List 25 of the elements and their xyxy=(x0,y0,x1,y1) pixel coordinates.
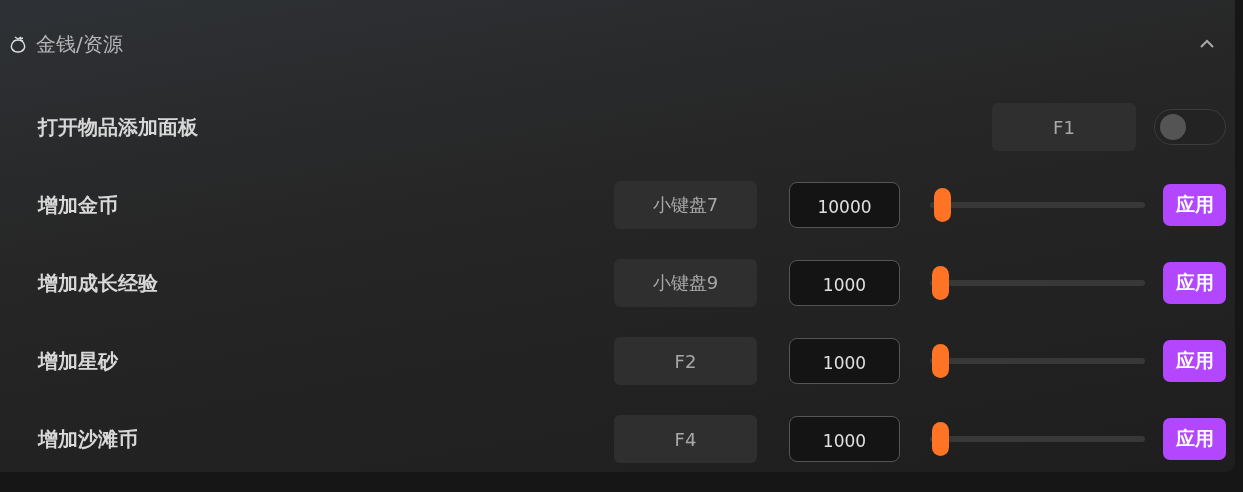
setting-label: 增加金币 xyxy=(38,191,119,219)
value-field[interactable]: 1000 xyxy=(789,260,900,306)
slider-thumb[interactable] xyxy=(932,344,950,378)
toggle-switch[interactable] xyxy=(1154,109,1226,145)
setting-label: 打开物品添加面板 xyxy=(38,113,199,141)
slider-thumb[interactable] xyxy=(934,188,952,222)
hotkey-button[interactable]: 小键盘9 xyxy=(614,259,757,307)
setting-label: 增加成长经验 xyxy=(38,269,159,297)
section-title: 金钱/资源 xyxy=(36,30,124,58)
value-field[interactable]: 1000 xyxy=(789,338,900,384)
hotkey-button[interactable]: F2 xyxy=(614,337,757,385)
apply-button[interactable]: 应用 xyxy=(1163,262,1226,304)
slider-thumb[interactable] xyxy=(932,266,950,300)
hotkey-button[interactable]: 小键盘7 xyxy=(614,181,757,229)
apply-button[interactable]: 应用 xyxy=(1163,418,1226,460)
money-bag-icon xyxy=(10,35,26,53)
value-field[interactable]: 10000 xyxy=(789,182,900,228)
slider-thumb[interactable] xyxy=(932,422,950,456)
setting-label: 增加沙滩币 xyxy=(38,425,139,453)
hotkey-button[interactable]: F1 xyxy=(992,103,1136,151)
apply-button[interactable]: 应用 xyxy=(1163,184,1226,226)
apply-button[interactable]: 应用 xyxy=(1163,340,1226,382)
hotkey-button[interactable]: F4 xyxy=(614,415,757,463)
value-field[interactable]: 1000 xyxy=(789,416,900,462)
setting-label: 增加星砂 xyxy=(38,347,119,375)
